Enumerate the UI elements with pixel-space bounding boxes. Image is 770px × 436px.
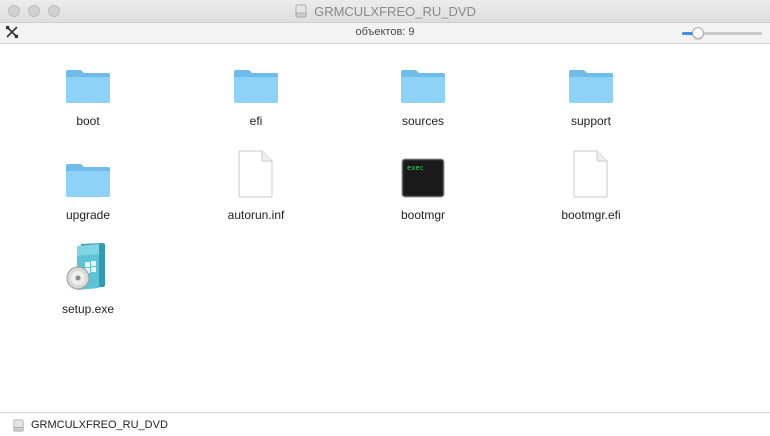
zoom-window-button[interactable] [48, 5, 60, 17]
folder-icon [567, 54, 615, 104]
executable-icon: exec [399, 148, 447, 198]
file-item-bootmgr[interactable]: exec bootmgr [363, 148, 483, 222]
path-bar-label[interactable]: GRMCULXFREO_RU_DVD [31, 419, 168, 431]
document-icon [232, 148, 280, 198]
document-icon [567, 148, 615, 198]
file-name: bootmgr.efi [561, 208, 621, 222]
file-item-support[interactable]: support [531, 54, 651, 128]
folder-icon [399, 54, 447, 104]
finder-window: GRMCULXFREO_RU_DVD объектов: 9 boot efi … [0, 0, 770, 436]
close-window-button[interactable] [8, 5, 20, 17]
file-name: boot [76, 114, 100, 128]
exec-badge: exec [407, 164, 424, 172]
window-title: GRMCULXFREO_RU_DVD [314, 3, 476, 19]
file-item-autorun[interactable]: autorun.inf [196, 148, 316, 222]
window-title-group: GRMCULXFREO_RU_DVD [0, 0, 770, 22]
file-item-bootmgr-efi[interactable]: bootmgr.efi [531, 148, 651, 222]
drive-icon [13, 419, 24, 432]
minimize-window-button[interactable] [28, 5, 40, 17]
file-grid: boot efi sources support upgrade autorun… [0, 44, 770, 412]
toolbar: объектов: 9 [0, 23, 770, 44]
file-name: sources [401, 114, 445, 128]
folder-icon [64, 54, 112, 104]
icon-size-slider[interactable] [682, 26, 762, 40]
file-item-efi[interactable]: efi [196, 54, 316, 128]
file-item-boot[interactable]: boot [28, 54, 148, 128]
file-name: autorun.inf [227, 208, 285, 222]
file-name: bootmgr [400, 208, 446, 222]
file-name: support [570, 114, 612, 128]
path-bar: GRMCULXFREO_RU_DVD [0, 412, 770, 436]
item-count: объектов: 9 [355, 26, 415, 38]
folder-icon [232, 54, 280, 104]
title-bar[interactable]: GRMCULXFREO_RU_DVD [0, 0, 770, 23]
file-item-setup[interactable]: setup.exe [28, 242, 148, 316]
folder-icon [64, 148, 112, 198]
file-item-sources[interactable]: sources [363, 54, 483, 128]
drive-icon [295, 4, 307, 18]
file-name: efi [249, 114, 263, 128]
file-name: upgrade [65, 208, 111, 222]
slider-thumb[interactable] [692, 27, 704, 39]
file-item-upgrade[interactable]: upgrade [28, 148, 148, 222]
file-name: setup.exe [61, 302, 115, 316]
installer-icon [64, 242, 112, 292]
